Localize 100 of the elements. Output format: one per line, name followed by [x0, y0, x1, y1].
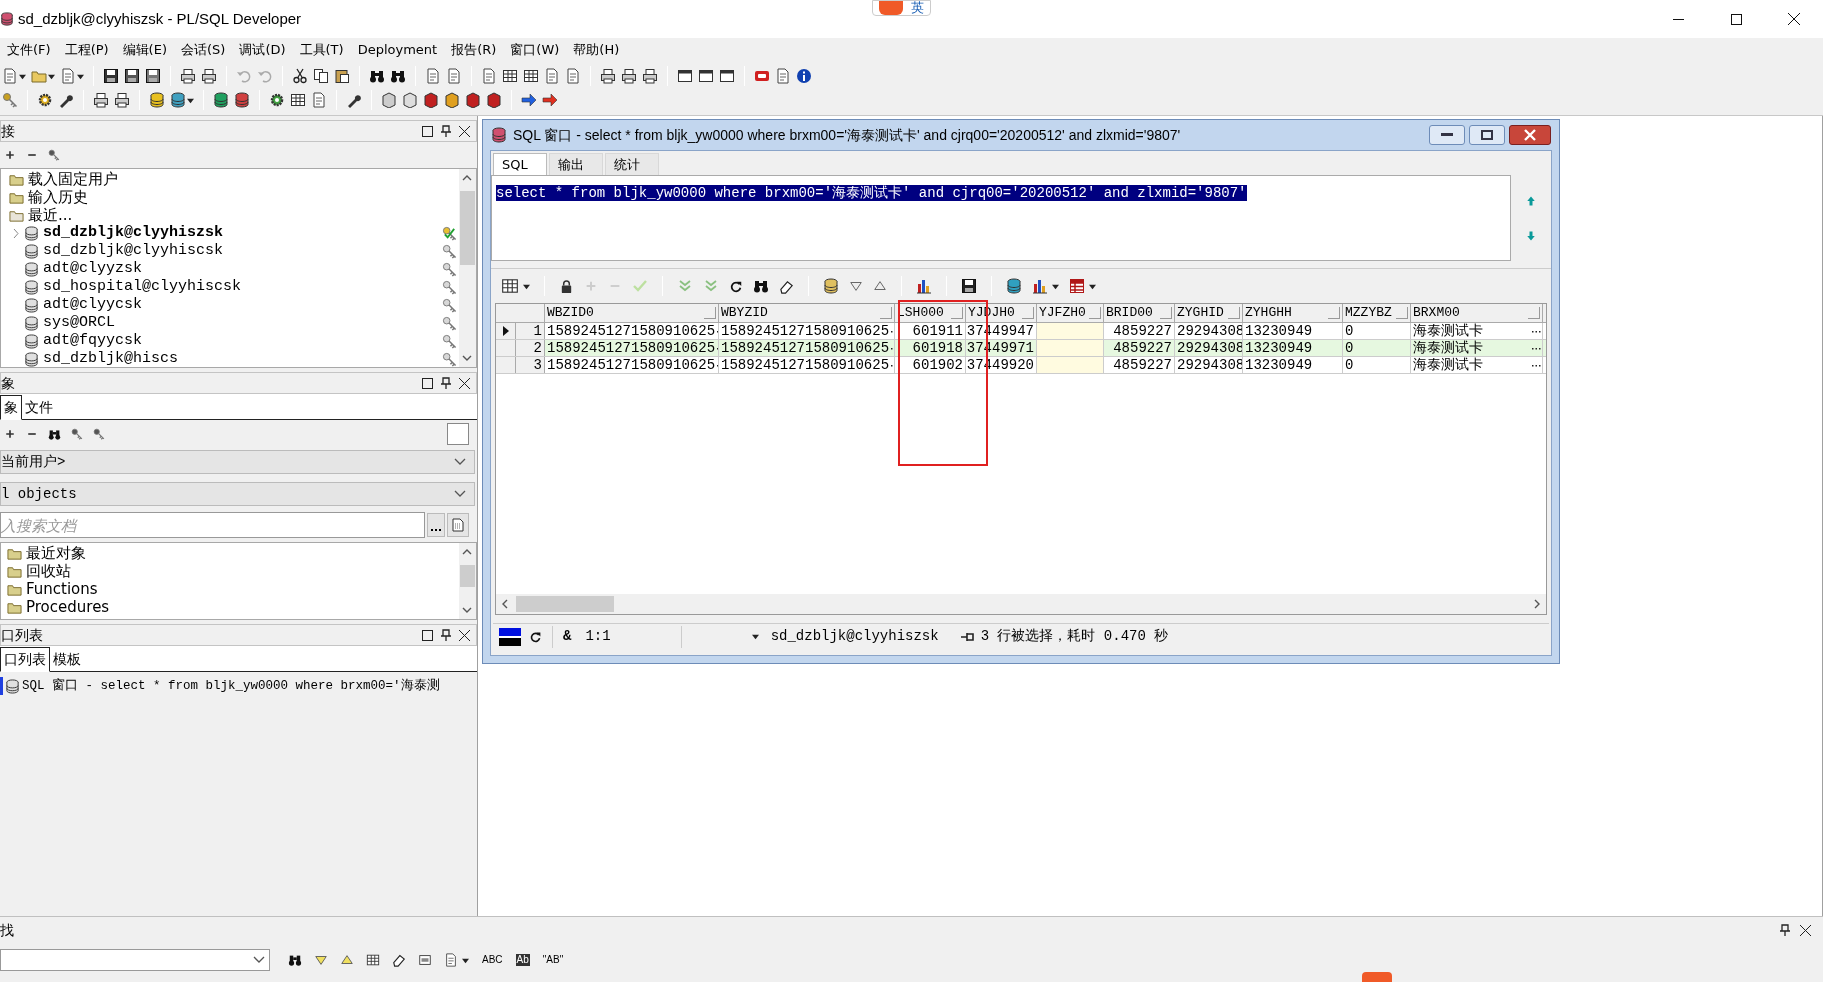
menu-item[interactable]: 调试(D)	[232, 40, 293, 60]
column-header[interactable]: WBYZID	[719, 304, 768, 322]
connection-item[interactable]: adt@clyyzsk	[43, 260, 143, 278]
menu-item[interactable]: 会话(S)	[173, 40, 233, 60]
caret-icon[interactable]	[1089, 282, 1096, 290]
plus-icon[interactable]	[4, 149, 16, 161]
tree-item[interactable]: 回收站	[26, 562, 71, 580]
database-icon[interactable]	[1006, 278, 1022, 294]
connection-item[interactable]: sd_hospital@clyyhiscsk	[43, 278, 242, 296]
option-toggle[interactable]: ABC	[481, 954, 504, 966]
box-icon[interactable]	[418, 953, 432, 967]
save-icon[interactable]	[103, 68, 119, 84]
tab[interactable]: 统计	[605, 153, 659, 175]
triangle-up-icon[interactable]	[873, 279, 887, 293]
tree-item[interactable]: 输入历史	[28, 188, 88, 206]
database-icon[interactable]	[823, 278, 839, 294]
save-icon[interactable]	[961, 278, 977, 294]
refresh-icon[interactable]	[729, 279, 743, 293]
document-icon[interactable]	[311, 92, 327, 108]
menu-item[interactable]: 帮助(H)	[566, 40, 627, 60]
binoculars-icon[interactable]	[288, 953, 302, 967]
ellipsis-icon[interactable]	[1532, 363, 1541, 367]
plus-icon[interactable]	[4, 428, 16, 440]
database-icon[interactable]	[149, 92, 165, 108]
key-icon[interactable]	[93, 428, 105, 440]
connection-item[interactable]: adt@fqyycsk	[43, 332, 143, 350]
printer-icon[interactable]	[114, 92, 130, 108]
arrow-right-icon[interactable]	[542, 92, 558, 108]
caret-icon[interactable]	[187, 96, 194, 104]
document-icon[interactable]	[544, 68, 560, 84]
menu-item[interactable]: 工具(T)	[292, 40, 351, 60]
eraser-icon[interactable]	[392, 953, 406, 967]
pin-icon[interactable]	[441, 629, 451, 641]
tree-item[interactable]: Procedures	[26, 598, 110, 616]
grid-icon[interactable]	[290, 92, 306, 108]
caret-icon[interactable]	[77, 72, 84, 80]
menu-item[interactable]: 编辑(E)	[115, 40, 174, 60]
column-header[interactable]: BRXM00	[1411, 304, 1460, 322]
printer-icon[interactable]	[621, 68, 637, 84]
save-icon[interactable]	[124, 68, 140, 84]
option-toggle[interactable]: Ab	[515, 954, 530, 966]
document-icon[interactable]	[446, 68, 462, 84]
menu-item[interactable]: Deployment	[350, 40, 445, 60]
database-icon[interactable]	[213, 92, 229, 108]
grid-icon[interactable]	[366, 953, 380, 967]
scrollbar[interactable]	[459, 169, 476, 367]
row-indicator[interactable]	[496, 323, 516, 339]
column-header[interactable]: WBZID0	[545, 304, 594, 322]
arrow-down-icon[interactable]	[1525, 229, 1537, 242]
document-icon[interactable]	[2, 68, 18, 84]
tree-item[interactable]: 最近对象	[26, 544, 86, 562]
arrow-right-icon[interactable]	[521, 92, 537, 108]
chevron-down-icon[interactable]	[253, 956, 265, 964]
menu-item[interactable]: 报告(R)	[444, 40, 504, 60]
column-header[interactable]: ZYGHID	[1175, 304, 1224, 322]
scrollbar-thumb[interactable]	[460, 565, 475, 587]
refresh-icon[interactable]	[529, 630, 542, 643]
scrollbar-thumb[interactable]	[460, 191, 475, 265]
connection-item[interactable]: sd_dzbljk@clyyhiscsk	[43, 242, 224, 260]
key-icon[interactable]	[2, 92, 18, 108]
column-header[interactable]: YJFZH0	[1037, 304, 1086, 322]
wrench-icon[interactable]	[346, 92, 362, 108]
printer-icon[interactable]	[600, 68, 616, 84]
lock-icon[interactable]	[559, 278, 574, 294]
window-icon[interactable]	[719, 68, 735, 84]
scrollbar[interactable]	[459, 543, 476, 619]
window-icon[interactable]	[677, 68, 693, 84]
connection-item[interactable]: adt@clyycsk	[43, 296, 143, 314]
triangle-up-icon[interactable]	[340, 953, 354, 967]
binoculars-icon[interactable]	[390, 68, 406, 84]
row-number[interactable]: 1	[516, 323, 545, 339]
tree-item[interactable]: Functions	[26, 580, 98, 598]
restore-icon[interactable]	[422, 629, 433, 641]
column-header[interactable]: MZZYBZ	[1343, 304, 1392, 322]
caret-icon[interactable]	[1052, 282, 1059, 290]
menu-item[interactable]: 窗口(W)	[503, 40, 567, 60]
option-toggle[interactable]: "AB"	[541, 954, 565, 966]
restore-icon[interactable]	[422, 377, 433, 389]
sql-editor[interactable]: select * from bljk_yw0000 where brxm00='海泰测试卡' and cjrq00='20200512' and zlxmid='9807'	[491, 175, 1511, 261]
scissors-icon[interactable]	[292, 68, 308, 84]
window-icon[interactable]	[698, 68, 714, 84]
bar-chart-icon[interactable]	[1032, 278, 1048, 294]
menu-item[interactable]: 文件(F)	[0, 40, 58, 60]
connection-item[interactable]: sys@ORCL	[43, 314, 115, 332]
scroll-up-icon[interactable]	[462, 175, 472, 181]
pin-icon[interactable]	[1780, 924, 1790, 936]
tree-item[interactable]: 最近...	[28, 206, 73, 224]
tree-item[interactable]: 载入固定用户	[28, 170, 118, 188]
caret-icon[interactable]	[523, 282, 530, 290]
minimize-button[interactable]	[1429, 125, 1465, 145]
gear-icon[interactable]	[37, 92, 53, 108]
grid-icon[interactable]	[523, 68, 539, 84]
document-icon[interactable]	[565, 68, 581, 84]
dropdown[interactable]: 当前用户>	[0, 450, 475, 474]
close-icon[interactable]	[459, 125, 470, 137]
grid-icon[interactable]	[501, 277, 519, 295]
table-icon[interactable]	[1069, 278, 1085, 294]
connection-item[interactable]: sd_dzbljk@clyyhiszsk	[43, 224, 224, 242]
wrench-icon[interactable]	[58, 92, 74, 108]
copy-icon[interactable]	[313, 68, 329, 84]
